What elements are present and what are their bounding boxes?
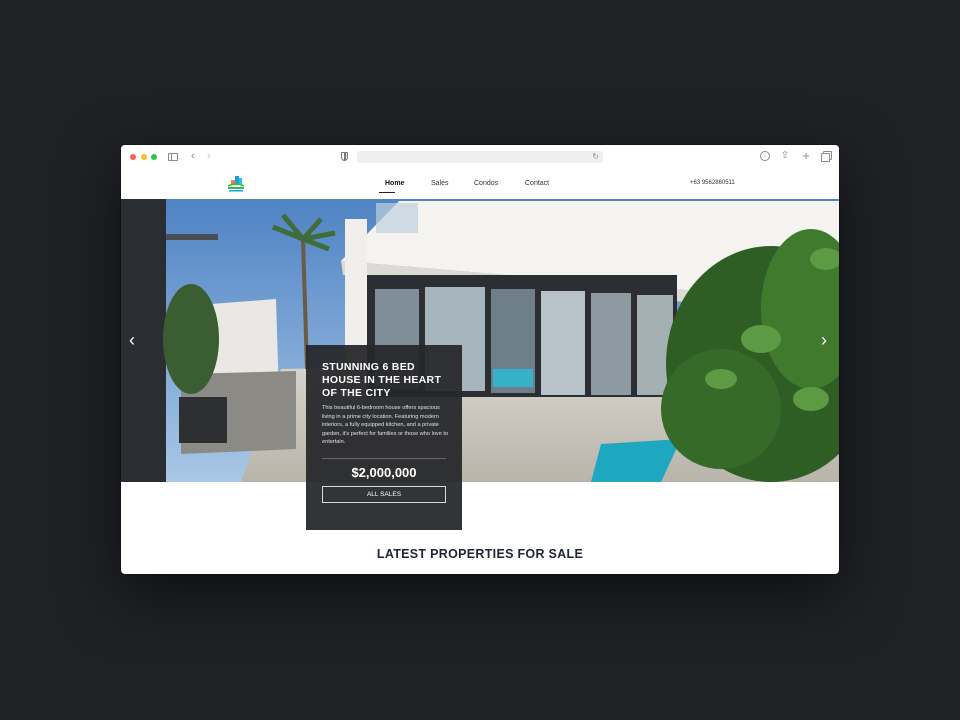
active-nav-underline [379, 192, 395, 193]
reload-icon[interactable]: ↻ [592, 152, 599, 162]
zoom-window-button[interactable] [151, 154, 157, 160]
address-bar[interactable]: ↻ [357, 151, 603, 163]
chevron-left-icon[interactable]: ‹ [191, 150, 195, 162]
hero-next-arrow-icon[interactable]: › [821, 331, 827, 349]
shield-icon[interactable] [341, 152, 348, 161]
nav-sales[interactable]: Sales [431, 180, 449, 187]
site-header: Home Sales Condos Contact +63 9562860511 [121, 169, 839, 199]
property-description: This beautiful 6-bedroom house offers sp… [322, 405, 449, 445]
browser-window: ‹ › ↻ ↓ ⇧ + Home Sales Condos Contact +6… [121, 145, 839, 574]
featured-property-card: STUNNING 6 BED HOUSE IN THE HEART OF THE… [306, 345, 462, 530]
property-price: $2,000,000 [351, 465, 417, 480]
nav-condos[interactable]: Condos [474, 180, 498, 187]
browser-toolbar: ‹ › ↻ ↓ ⇧ + [121, 145, 839, 169]
chevron-right-icon[interactable]: › [207, 150, 211, 162]
nav-home[interactable]: Home [385, 180, 404, 187]
latest-properties-heading: LATEST PROPERTIES FOR SALE [376, 547, 584, 561]
phone-number[interactable]: +63 9562860511 [690, 180, 735, 186]
sidebar-icon[interactable] [168, 153, 178, 161]
all-sales-button[interactable]: ALL SALES [322, 486, 446, 503]
hero-image [121, 199, 839, 482]
share-icon[interactable]: ⇧ [780, 151, 790, 161]
download-icon[interactable]: ↓ [760, 151, 770, 161]
nav-contact[interactable]: Contact [525, 180, 549, 187]
tabs-overview-icon[interactable] [821, 151, 832, 162]
minimize-window-button[interactable] [141, 154, 147, 160]
hero-prev-arrow-icon[interactable]: ‹ [129, 331, 135, 349]
close-window-button[interactable] [130, 154, 136, 160]
card-divider [322, 458, 446, 459]
property-title: STUNNING 6 BED HOUSE IN THE HEART OF THE… [322, 361, 442, 399]
hero-slider: ‹ › [121, 199, 839, 482]
plus-icon[interactable]: + [801, 149, 811, 162]
